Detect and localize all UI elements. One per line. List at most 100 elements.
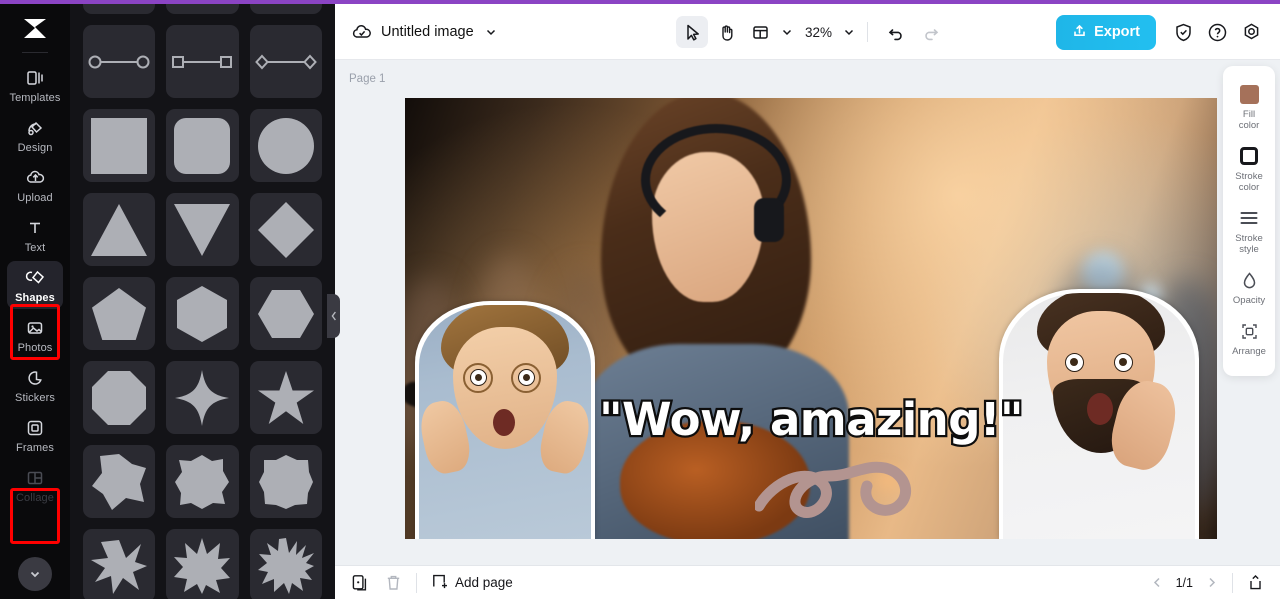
stroke-color-control[interactable]: Stroke color <box>1223 138 1275 200</box>
sidebar-label: Photos <box>17 342 53 354</box>
shield-check-icon[interactable] <box>1168 17 1198 47</box>
shape-cell-hexagon-vertical[interactable] <box>166 277 239 350</box>
sidebar-item-text[interactable]: Text <box>7 211 63 259</box>
next-page-button[interactable] <box>1205 576 1218 589</box>
bottombar-divider <box>416 572 417 593</box>
rail-divider <box>22 52 48 53</box>
sidebar-label: Frames <box>16 442 54 454</box>
stroke-style-icon <box>1238 207 1260 229</box>
shape-properties-panel: Fill color Stroke color Stroke style Opa… <box>1223 66 1275 376</box>
page-navigation: 1/1 <box>1151 572 1264 593</box>
shape-cell-diamond[interactable] <box>249 193 322 266</box>
collage-icon <box>24 467 46 489</box>
shape-cell-hexagon-horizontal[interactable] <box>249 277 322 350</box>
shape-cell-line-diamond-diamond[interactable] <box>249 4 322 14</box>
shape-cell-line-circle-outline[interactable] <box>83 25 156 98</box>
layout-chevron-down-icon[interactable] <box>781 26 793 38</box>
opacity-droplet-icon <box>1238 269 1260 291</box>
page-header-row: Page 1 <box>335 60 1280 98</box>
shape-cell-triangle-down[interactable] <box>166 193 239 266</box>
arrange-control[interactable]: Arrange <box>1223 313 1275 364</box>
sidebar-item-templates[interactable]: Templates <box>7 61 63 109</box>
fill-color-swatch <box>1238 83 1260 105</box>
shape-cell-spiky-star-c[interactable] <box>249 529 322 599</box>
sidebar-label: Collage <box>15 492 54 504</box>
shape-cell-six-point-starburst[interactable] <box>83 445 156 518</box>
duplicate-page-icon[interactable] <box>351 574 369 592</box>
bottom-bar: Add page 1/1 <box>335 565 1280 599</box>
app-root: Templates Design Upload Text Shapes Phot… <box>0 0 1280 599</box>
frames-icon <box>24 417 46 439</box>
shape-cell-spiky-star-a[interactable] <box>83 529 156 599</box>
fill-color-control[interactable]: Fill color <box>1223 76 1275 138</box>
shape-cell-spiky-star-b[interactable] <box>166 529 239 599</box>
help-circle-icon[interactable] <box>1202 17 1232 47</box>
sidebar-item-stickers[interactable]: Stickers <box>7 361 63 409</box>
page-label: Page 1 <box>349 73 386 85</box>
document-title[interactable]: Untitled image <box>379 20 476 44</box>
sidebar-label: Stickers <box>15 392 55 404</box>
shape-cell-line-dot-dot[interactable] <box>83 4 156 14</box>
sidebar-label: Templates <box>9 92 61 104</box>
shape-cell-five-point-star[interactable] <box>249 361 322 434</box>
upload-icon <box>24 167 46 189</box>
shape-cell-triangle-up[interactable] <box>83 193 156 266</box>
opacity-label: Opacity <box>1232 295 1266 306</box>
design-icon <box>24 117 46 139</box>
zoom-level-value[interactable]: 32% <box>805 25 832 40</box>
sidebar-label: Text <box>24 242 46 254</box>
shape-cell-octagon[interactable] <box>83 361 156 434</box>
shape-cell-square[interactable] <box>83 109 156 182</box>
delete-page-icon[interactable] <box>385 574 402 591</box>
headphone-cup <box>754 198 784 242</box>
stroke-style-control[interactable]: Stroke style <box>1223 200 1275 262</box>
cutout-pupil <box>1119 358 1127 366</box>
fill-color-label: Fill color <box>1238 109 1260 131</box>
stroke-style-label: Stroke style <box>1235 233 1263 255</box>
left-navigation-rail: Templates Design Upload Text Shapes Phot… <box>0 4 70 599</box>
sidebar-item-collage[interactable]: Collage <box>7 461 63 509</box>
stroke-color-icon <box>1238 145 1260 167</box>
arrange-label: Arrange <box>1232 346 1266 357</box>
select-tool-button[interactable] <box>676 16 708 48</box>
sidebar-label: Design <box>17 142 53 154</box>
shape-cell-rounded-square[interactable] <box>166 109 239 182</box>
document-title-chevron-down-icon[interactable] <box>485 26 497 38</box>
design-canvas[interactable]: "Wow, amazing!" <box>405 98 1217 539</box>
sidebar-item-design[interactable]: Design <box>7 111 63 159</box>
shape-cell-four-point-star[interactable] <box>166 361 239 434</box>
shape-cell-pentagon[interactable] <box>83 277 156 350</box>
settings-gear-icon[interactable] <box>1236 17 1266 47</box>
caption-text[interactable]: "Wow, amazing!" <box>405 391 1217 449</box>
shape-cell-line-square-outline[interactable] <box>166 25 239 98</box>
redo-button[interactable] <box>914 16 946 48</box>
cutout-pupil <box>523 374 530 381</box>
zoom-chevron-down-icon[interactable] <box>843 26 855 38</box>
opacity-control[interactable]: Opacity <box>1223 262 1275 313</box>
stroke-color-label: Stroke color <box>1235 171 1263 193</box>
sidebar-item-shapes[interactable]: Shapes <box>7 261 63 309</box>
sidebar-item-frames[interactable]: Frames <box>7 411 63 459</box>
shape-cell-line-square-square[interactable] <box>166 4 239 14</box>
capcut-logo[interactable] <box>15 12 55 46</box>
undo-button[interactable] <box>880 16 912 48</box>
shape-cell-nine-point-starburst[interactable] <box>249 445 322 518</box>
shape-cell-line-diamond-outline[interactable] <box>249 25 322 98</box>
collapse-panel-button[interactable] <box>1247 575 1264 590</box>
previous-page-button[interactable] <box>1151 576 1164 589</box>
export-button[interactable]: Export <box>1056 14 1156 50</box>
sidebar-item-upload[interactable]: Upload <box>7 161 63 209</box>
layout-tool-button[interactable] <box>744 16 776 48</box>
shapes-panel <box>70 4 335 599</box>
shape-cell-eight-point-starburst[interactable] <box>166 445 239 518</box>
add-page-icon <box>431 573 448 593</box>
hand-tool-button[interactable] <box>710 16 742 48</box>
text-icon <box>24 217 46 239</box>
sidebar-item-photos[interactable]: Photos <box>7 311 63 359</box>
shape-cell-circle[interactable] <box>249 109 322 182</box>
panel-collapse-handle[interactable] <box>327 294 340 338</box>
page-indicator: 1/1 <box>1175 575 1193 590</box>
sidebar-scroll-down-button[interactable] <box>18 557 52 591</box>
add-page-button[interactable]: Add page <box>431 573 513 593</box>
export-upload-icon <box>1072 23 1087 42</box>
